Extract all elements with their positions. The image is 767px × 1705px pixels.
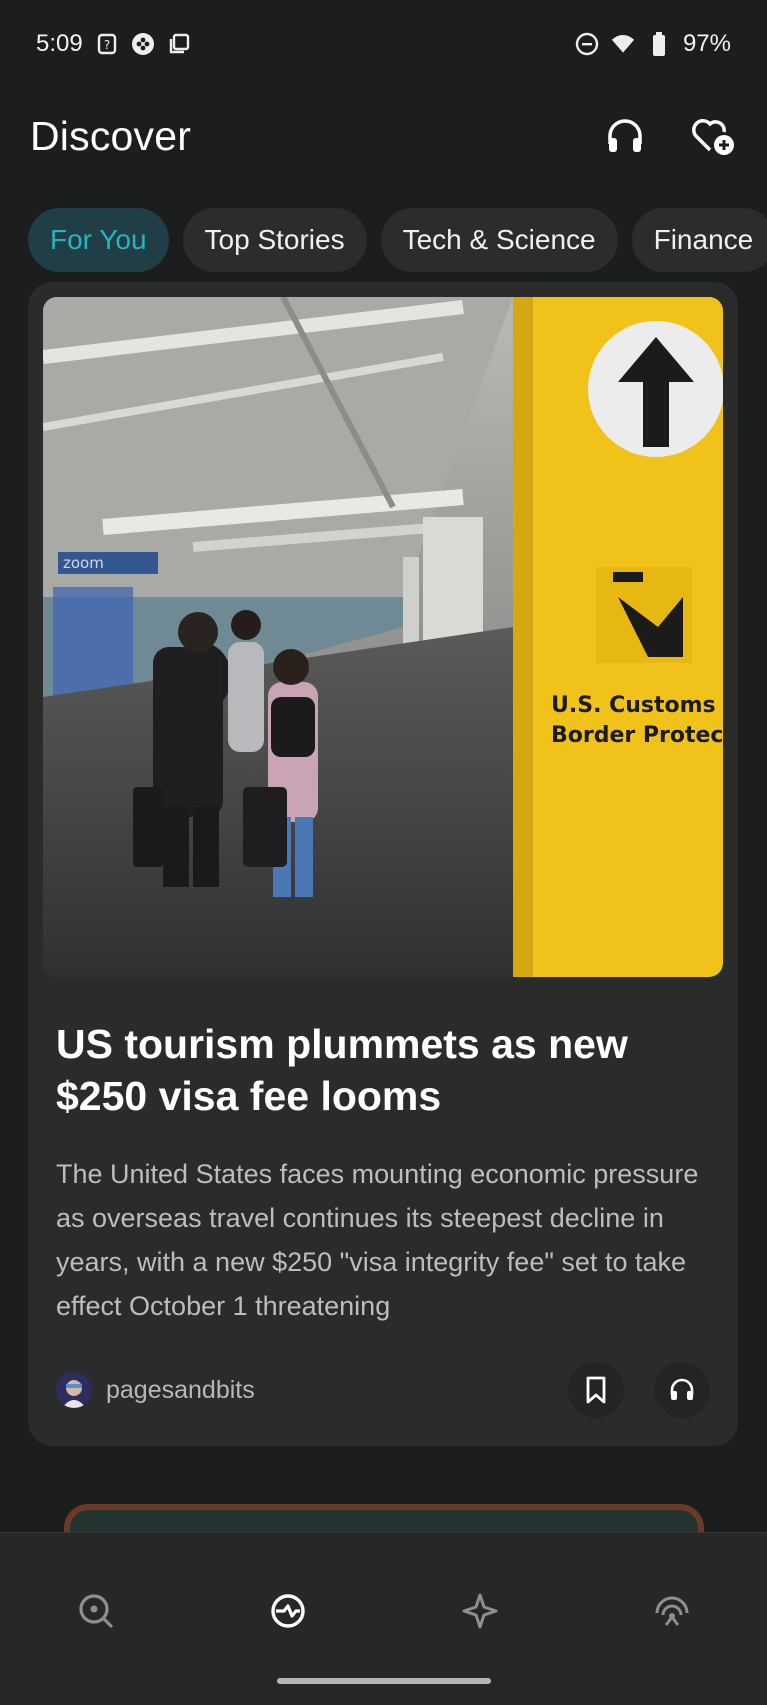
discover-icon xyxy=(271,1594,305,1628)
headphones-icon xyxy=(670,1378,694,1400)
nav-library[interactable] xyxy=(644,1583,700,1639)
airport-photo: zoom U.S. Customs and xyxy=(43,297,723,977)
battery-percent: 97% xyxy=(682,30,731,57)
home-indicator[interactable] xyxy=(277,1678,491,1684)
nav-spaces[interactable] xyxy=(452,1583,508,1639)
article-card[interactable]: zoom U.S. Customs and xyxy=(28,282,738,1446)
headphones-button[interactable] xyxy=(601,112,649,160)
status-left: 5:09 ? xyxy=(36,30,191,58)
nav-search[interactable] xyxy=(68,1583,124,1639)
follow-heart-button[interactable] xyxy=(689,112,737,160)
status-right: 97% xyxy=(575,30,731,58)
article-actions xyxy=(568,1362,710,1418)
article-headline[interactable]: US tourism plummets as new $250 visa fee… xyxy=(56,1018,706,1122)
status-time: 5:09 xyxy=(36,30,83,57)
zoom-sign-text: zoom xyxy=(63,554,104,572)
source-avatar xyxy=(56,1372,92,1408)
wifi-icon xyxy=(611,32,635,56)
copy-icon xyxy=(167,32,191,56)
source-name: pagesandbits xyxy=(106,1375,255,1404)
tab-finance[interactable]: Finance xyxy=(631,208,767,272)
notification-icon: ? xyxy=(95,32,119,56)
sparkle-icon xyxy=(462,1593,498,1629)
header: Discover xyxy=(0,100,767,172)
article-summary: The United States faces mounting economi… xyxy=(56,1159,699,1321)
battery-icon xyxy=(647,32,671,56)
header-actions xyxy=(601,112,737,160)
status-bar: 5:09 ? 97% xyxy=(0,0,767,88)
do-not-disturb-icon xyxy=(575,32,599,56)
sign-text-line2: Border Protection xyxy=(551,723,723,748)
page-title: Discover xyxy=(30,112,192,159)
tab-for-you[interactable]: For You xyxy=(28,208,169,272)
listen-button[interactable] xyxy=(654,1362,710,1418)
svg-text:?: ? xyxy=(104,38,110,52)
bookmark-icon xyxy=(586,1376,606,1404)
heart-add-icon xyxy=(692,119,734,155)
article-footer: pagesandbits xyxy=(56,1362,710,1418)
sign-text-line1: U.S. Customs and xyxy=(551,693,723,718)
broadcast-icon xyxy=(655,1596,689,1626)
tab-top-stories[interactable]: Top Stories xyxy=(182,208,367,272)
bookmark-button[interactable] xyxy=(568,1362,624,1418)
article-source[interactable]: pagesandbits xyxy=(56,1372,255,1408)
game-controller-icon xyxy=(131,32,155,56)
category-tabs: For You Top Stories Tech & Science Finan… xyxy=(28,208,767,272)
article-image[interactable]: zoom U.S. Customs and xyxy=(43,297,723,977)
tab-tech-science[interactable]: Tech & Science xyxy=(380,208,618,272)
nav-discover[interactable] xyxy=(260,1583,316,1639)
headphones-icon xyxy=(608,119,642,152)
search-icon xyxy=(79,1594,113,1628)
